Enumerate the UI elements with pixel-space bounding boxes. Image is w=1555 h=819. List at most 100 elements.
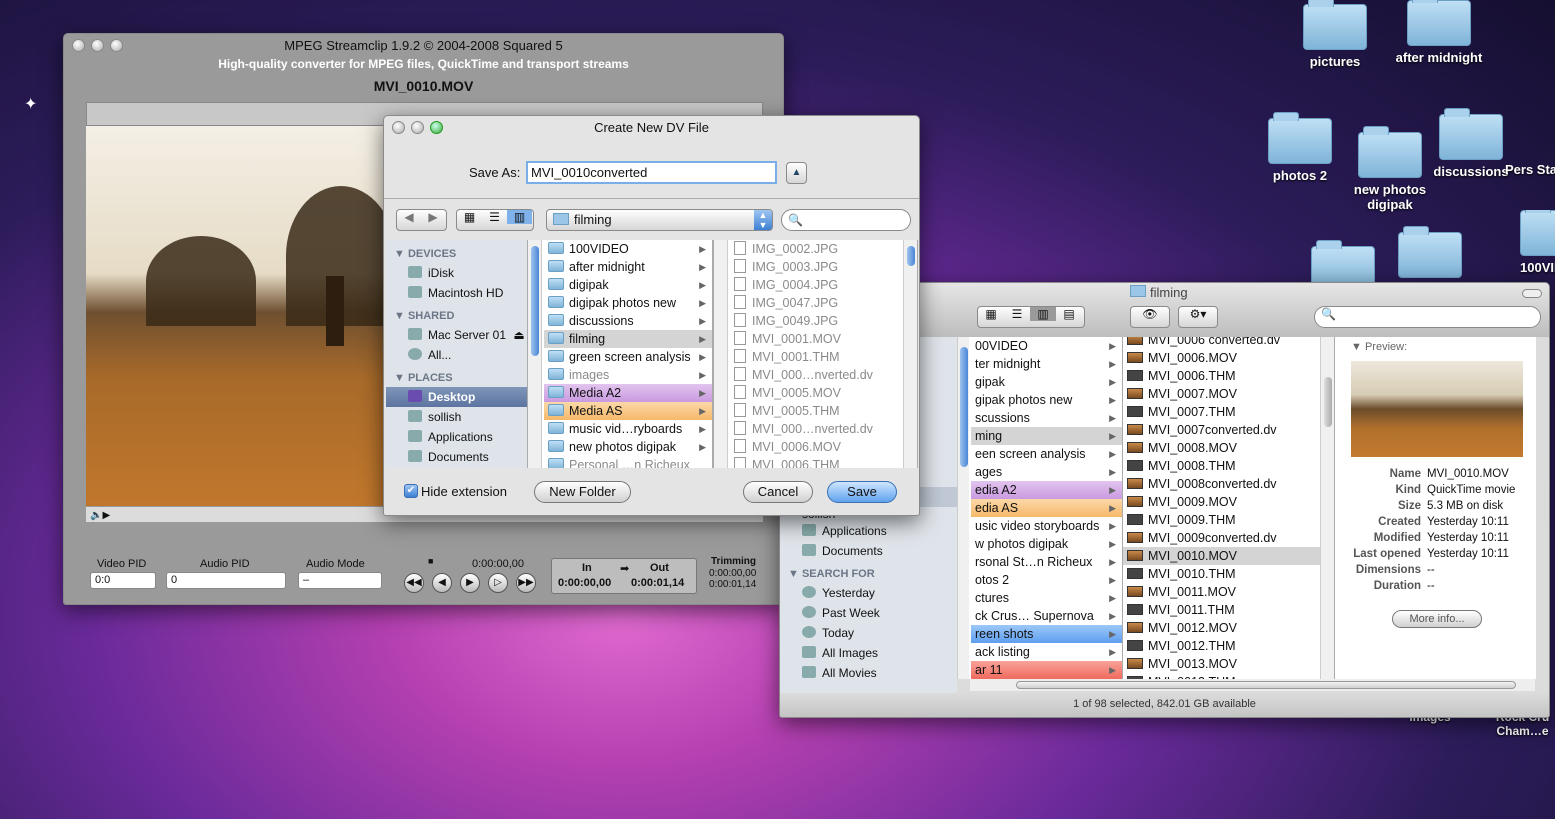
dialog-column-3-scrollbar[interactable] [903,240,917,468]
folder-row[interactable]: discussions ▶ [544,312,712,330]
file-row[interactable]: IMG_0003.JPG [730,258,903,276]
new-folder-button[interactable]: New Folder [534,481,631,503]
sidebar-item-applications[interactable]: Applications [780,521,957,541]
folder-row[interactable]: ack listing ▶ [971,643,1122,661]
file-row[interactable]: IMG_0047.JPG [730,294,903,312]
sidebar-item-mac-server[interactable]: Mac Server 01 ⏏ [386,325,527,345]
back-forward-buttons[interactable]: ◀ ▶ [396,209,447,231]
file-row[interactable]: MVI_000…nverted.dv [730,366,903,384]
folder-row[interactable]: new photos digipak ▶ [544,438,712,456]
dialog-search-field[interactable]: 🔍 [781,209,911,231]
sidebar-item-all[interactable]: All... [386,345,527,365]
file-row[interactable]: IMG_0002.JPG [730,240,903,258]
folder-row[interactable]: ctures ▶ [971,589,1122,607]
file-row[interactable]: MVI_0008.MOV [1123,439,1320,457]
file-row[interactable]: MVI_0010.MOV [1123,547,1320,565]
toolbar-toggle-button[interactable] [1522,289,1542,298]
sidebar-item-macintosh-hd[interactable]: Macintosh HD [386,283,527,303]
save-as-field[interactable]: MVI_0010converted [526,161,777,184]
file-row[interactable]: MVI_0008.THM [1123,457,1320,475]
folder-row[interactable]: Personal …n Richeux [544,456,712,468]
view-mode-buttons[interactable]: ▦ ☰ ▥ [456,209,534,231]
back-icon[interactable]: ◀ [397,210,421,224]
file-row[interactable]: MVI_0010.THM [1123,565,1320,583]
finder-search-field[interactable]: 🔍 [1314,306,1541,328]
folder-row[interactable]: green screen analysis ▶ [544,348,712,366]
sidebar-item-applications[interactable]: Applications [386,427,527,447]
folder-row[interactable]: 00VIDEO ▶ [971,337,1122,355]
file-row[interactable]: MVI_0001.MOV [730,330,903,348]
folder-row[interactable]: een screen analysis ▶ [971,445,1122,463]
folder-row[interactable]: Media AS ▶ [544,402,712,420]
folder-row[interactable]: digipak photos new ▶ [544,294,712,312]
file-row[interactable]: MVI_0007.MOV [1123,385,1320,403]
folder-row[interactable]: ck Crus… Supernova ▶ [971,607,1122,625]
collapse-expand-button[interactable]: ▲ [786,162,807,184]
cancel-button[interactable]: Cancel [743,481,813,503]
sidebar-item-idisk[interactable]: iDisk [386,263,527,283]
fast-forward-button[interactable]: ▶▶ [516,573,536,593]
file-row[interactable]: MVI_0001.THM [730,348,903,366]
file-row[interactable]: MVI_0009.THM [1123,511,1320,529]
folder-row[interactable]: ming ▶ [971,427,1122,445]
sidebar-item-sollish[interactable]: sollish [386,407,527,427]
folder-row[interactable]: 100VIDEO ▶ [544,240,712,258]
rewind-button[interactable]: ◀◀ [404,573,424,593]
location-popup[interactable]: filming ▲ ▼ [546,209,773,231]
sidebar-item-documents[interactable]: Documents [386,447,527,467]
folder-row[interactable]: ar 11 ▶ [971,661,1122,679]
video-pid-select[interactable]: 0:0 [90,572,156,589]
column-2-scrollbar[interactable] [1320,337,1334,679]
sidebar-item-desktop[interactable]: Desktop [386,387,527,407]
file-row[interactable]: MVI_000…nverted.dv [730,420,903,438]
view-mode-segmented[interactable]: ▦ ☰ ▥ ▤ [977,306,1085,328]
file-row[interactable]: MVI_0008converted.dv [1123,475,1320,493]
sidebar-item-yesterday[interactable]: Yesterday [780,583,957,603]
horizontal-scrollbar[interactable] [970,679,1535,691]
hide-extension-checkbox[interactable]: ✔ [404,484,418,498]
folder-row[interactable]: Media A2 ▶ [544,384,712,402]
file-row[interactable]: MVI_0005.THM [730,402,903,420]
desktop-folder-100video[interactable]: 100VID [1520,210,1555,275]
step-back-button[interactable]: ◀ [432,573,452,593]
column-1-scrollbar[interactable] [957,337,969,679]
dialog-column-2-scrollbar[interactable] [714,240,728,468]
file-row[interactable]: MVI_0007.THM [1123,403,1320,421]
quick-look-button[interactable]: 👁 [1130,306,1170,328]
audio-pid-select[interactable]: 0 [166,572,286,589]
sidebar-item-all-images[interactable]: All Images [780,643,957,663]
file-row[interactable]: MVI_0006.MOV [730,438,903,456]
folder-row[interactable]: digipak ▶ [544,276,712,294]
file-row[interactable]: MVI_0006 converted.dv [1123,337,1320,349]
file-row[interactable]: MVI_0013.MOV [1123,655,1320,673]
file-row[interactable]: MVI_0012.THM [1123,637,1320,655]
folder-row[interactable]: edia A2 ▶ [971,481,1122,499]
desktop-folder-partial-2[interactable] [1375,226,1485,282]
folder-row[interactable]: music vid…ryboards ▶ [544,420,712,438]
sidebar-item-all-movies[interactable]: All Movies [780,663,957,683]
step-forward-button[interactable]: ▷ [488,573,508,593]
file-row[interactable]: MVI_0011.THM [1123,601,1320,619]
speaker-icon[interactable]: 🔈▶ [86,510,110,521]
folder-row[interactable]: otos 2 ▶ [971,571,1122,589]
file-row[interactable]: MVI_0009.MOV [1123,493,1320,511]
desktop-doc-personal-statement[interactable]: Pers Statem… [1505,162,1555,177]
folder-row[interactable]: gipak photos new ▶ [971,391,1122,409]
desktop-folder-pictures[interactable]: pictures [1280,0,1390,69]
file-row[interactable]: IMG_0049.JPG [730,312,903,330]
folder-row[interactable]: ter midnight ▶ [971,355,1122,373]
file-row[interactable]: MVI_0007converted.dv [1123,421,1320,439]
file-row[interactable]: MVI_0006.MOV [1123,349,1320,367]
eject-icon[interactable]: ⏏ [513,328,524,342]
sidebar-item-past-week[interactable]: Past Week [780,603,957,623]
folder-row[interactable]: edia AS ▶ [971,499,1122,517]
dialog-column-1-scrollbar[interactable] [528,240,542,468]
folder-row[interactable]: rsonal St…n Richeux ▶ [971,553,1122,571]
save-button[interactable]: Save [827,481,897,503]
file-row[interactable]: MVI_0006.THM [1123,367,1320,385]
folder-row[interactable]: images ▶ [544,366,712,384]
sidebar-item-today[interactable]: Today [780,623,957,643]
more-info-button[interactable]: More info... [1392,610,1482,628]
file-row[interactable]: IMG_0004.JPG [730,276,903,294]
folder-row[interactable]: scussions ▶ [971,409,1122,427]
